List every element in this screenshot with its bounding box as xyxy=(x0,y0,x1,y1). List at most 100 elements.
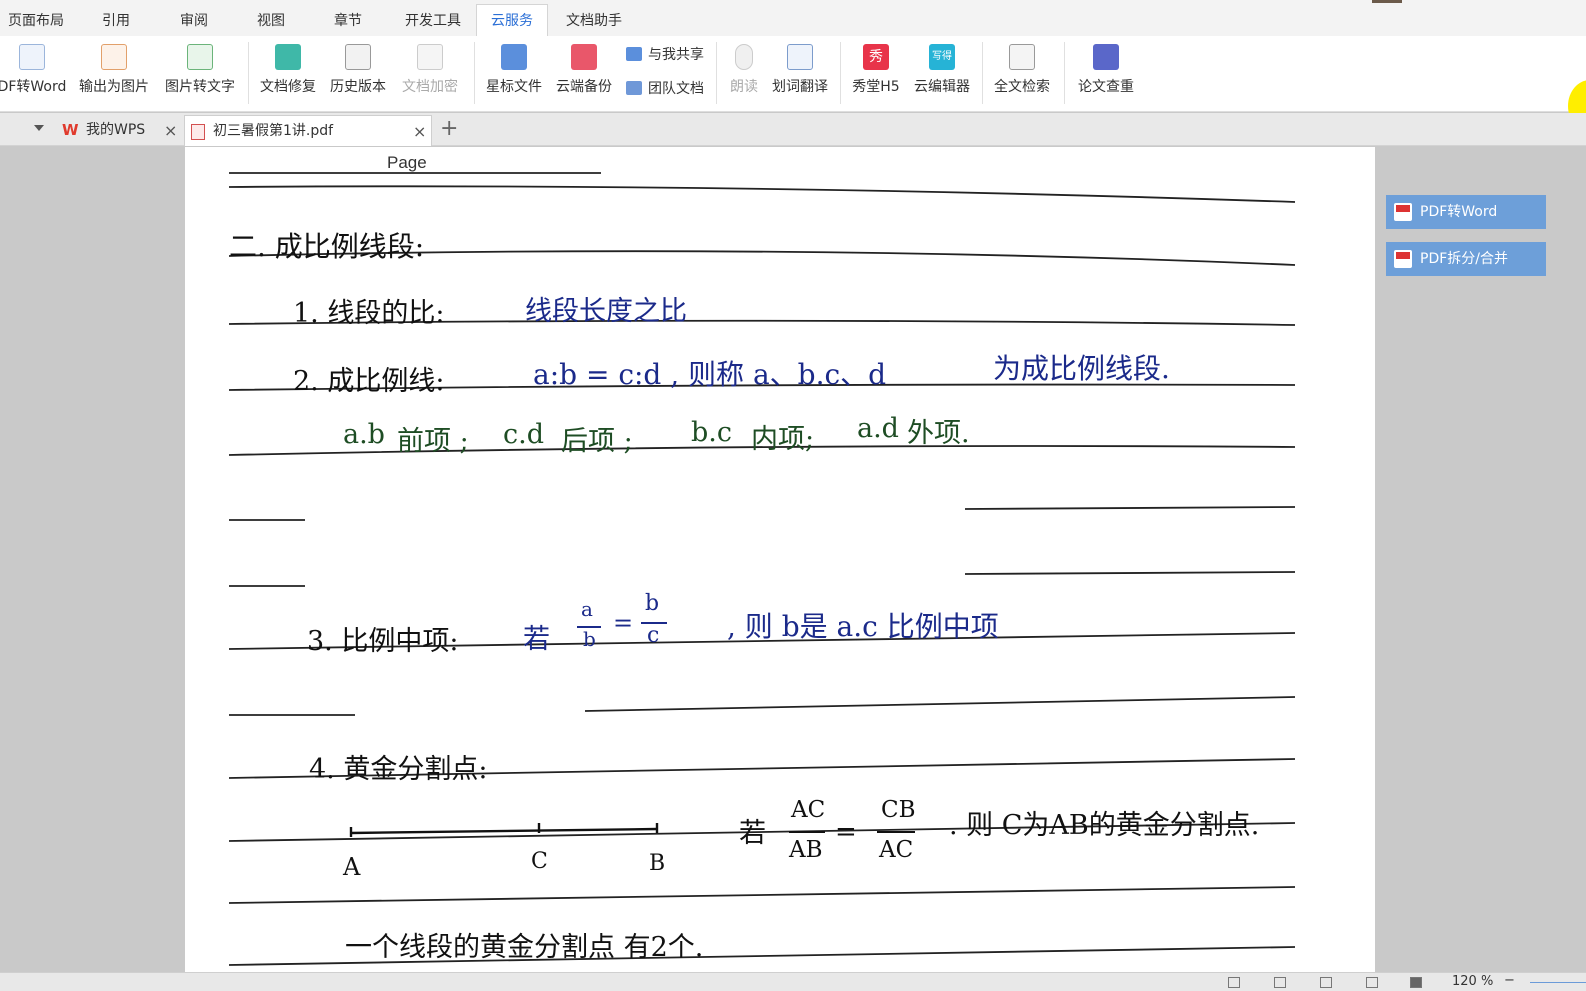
doc-encrypt-button[interactable]: 文档加密 xyxy=(398,40,462,106)
fraction-cb-num: CB xyxy=(881,797,916,823)
tab-document[interactable]: 初三暑假第1讲.pdf × xyxy=(184,115,432,146)
zoom-slider[interactable] xyxy=(1530,982,1586,983)
translate-button[interactable]: 划词翻译 xyxy=(768,40,832,106)
starred-files-button[interactable]: 星标文件 xyxy=(482,40,546,106)
translate-label: 划词翻译 xyxy=(772,79,828,95)
tab-my-wps-label: 我的WPS xyxy=(86,122,146,138)
tab-my-wps[interactable]: W 我的WPS × xyxy=(60,115,178,146)
team-docs-button[interactable]: 团队文档 xyxy=(626,78,704,100)
cloud-backup-icon xyxy=(571,44,597,70)
side-pdf-to-word-button[interactable]: PDF转Word xyxy=(1386,195,1546,229)
pdf-to-word-icon xyxy=(19,44,45,70)
menu-tab-dev-tools[interactable]: 开发工具 xyxy=(393,6,473,36)
menu-tab-section[interactable]: 章节 xyxy=(320,6,376,36)
wps-window: { "menu": { "tabs": ["页面布局", "引用", "审阅",… xyxy=(0,0,1586,991)
menu-tab-review[interactable]: 审阅 xyxy=(166,6,222,36)
point-b: B xyxy=(649,851,666,876)
item-1-text: 线段长度之比 xyxy=(525,296,687,327)
pdf-icon xyxy=(1394,203,1412,221)
ribbon-toolbar: DF转Word 输出为图片 图片转文字 文档修复 历史版本 文档加密 星标文件 … xyxy=(0,36,1586,132)
cloud-backup-label: 云端备份 xyxy=(556,79,612,95)
item-4-label: 4. 黄金分割点: xyxy=(309,754,488,785)
heading-proportional-segments: 二. 成比例线段: xyxy=(229,230,425,263)
paper-check-label: 论文查重 xyxy=(1078,79,1134,95)
fraction-b-den: b xyxy=(583,627,596,651)
menu-tab-cloud-service[interactable]: 云服务 xyxy=(476,4,548,36)
close-icon[interactable]: × xyxy=(164,115,177,146)
close-icon[interactable]: × xyxy=(413,116,426,147)
fraction-a: a xyxy=(581,597,593,621)
term-ab-desc: 前项 ; xyxy=(397,426,469,457)
zoom-out-button[interactable]: − xyxy=(1504,973,1515,988)
term-ad-desc: 外项. xyxy=(907,418,970,449)
read-aloud-button[interactable]: 朗读 xyxy=(722,40,766,106)
notebook-rules xyxy=(228,172,1296,966)
page-label: Page xyxy=(387,153,427,172)
side-pdf-split-merge-label: PDF拆分/合并 xyxy=(1420,251,1508,267)
translate-icon xyxy=(787,44,813,70)
side-pdf-split-merge-button[interactable]: PDF拆分/合并 xyxy=(1386,242,1546,276)
status-bar: 120 % − xyxy=(0,972,1586,991)
fulltext-search-label: 全文检索 xyxy=(994,79,1050,95)
shared-with-me-label: 与我共享 xyxy=(648,47,704,63)
image-to-text-button[interactable]: 图片转文字 xyxy=(160,40,240,106)
export-image-button[interactable]: 输出为图片 xyxy=(74,40,154,106)
golden-if: 若 xyxy=(739,818,766,849)
team-icon xyxy=(626,81,642,95)
item-2-text: a:b = c:d , 则称 a、b.c、d xyxy=(533,358,887,391)
document-tab-strip: W 我的WPS × 初三暑假第1讲.pdf × + xyxy=(0,113,1586,146)
single-page-icon[interactable] xyxy=(1274,977,1286,988)
avatar xyxy=(1372,0,1402,3)
menu-tab-references[interactable]: 引用 xyxy=(88,6,144,36)
menu-tab-doc-assistant[interactable]: 文档助手 xyxy=(554,6,634,36)
cloud-backup-button[interactable]: 云端备份 xyxy=(552,40,616,106)
fraction-b-num: b xyxy=(645,591,660,616)
golden-equals: = xyxy=(835,817,857,847)
ribbon-separator xyxy=(474,42,475,104)
paper-check-button[interactable]: 论文查重 xyxy=(1074,40,1138,106)
point-a: A xyxy=(343,853,361,881)
cloud-editor-button[interactable]: 写得 云编辑器 xyxy=(910,40,974,106)
view-mode-icon[interactable] xyxy=(1410,977,1422,988)
golden-count-note: 一个线段的黄金分割点 有2个. xyxy=(345,932,704,963)
double-page-icon[interactable] xyxy=(1366,977,1378,988)
term-cd-desc: 后项 ; xyxy=(561,426,633,457)
show-h5-label: 秀堂H5 xyxy=(852,79,900,95)
doc-encrypt-label: 文档加密 xyxy=(402,79,458,95)
new-tab-button[interactable]: + xyxy=(440,116,458,141)
chevron-down-icon[interactable] xyxy=(34,125,44,131)
pdf-file-icon xyxy=(191,124,205,140)
share-icon xyxy=(626,47,642,61)
history-label: 历史版本 xyxy=(330,79,386,95)
document-workspace: Page 二. 成比例线段: 1. 线段的比: 线段长度之比 2. 成比例线: … xyxy=(0,147,1586,972)
fulltext-search-button[interactable]: 全文检索 xyxy=(990,40,1054,106)
menu-tab-page-layout[interactable]: 页面布局 xyxy=(0,6,72,36)
history-version-button[interactable]: 历史版本 xyxy=(326,40,390,106)
continuous-page-icon[interactable] xyxy=(1320,977,1332,988)
fit-page-icon[interactable] xyxy=(1228,977,1240,988)
wps-logo-icon: W xyxy=(62,121,79,139)
term-ad: a.d xyxy=(857,413,899,444)
read-aloud-label: 朗读 xyxy=(730,79,758,95)
shared-with-me-button[interactable]: 与我共享 xyxy=(626,44,704,66)
term-bc: b.c xyxy=(691,417,732,448)
export-image-label: 输出为图片 xyxy=(79,79,149,95)
fraction-equals: = xyxy=(613,609,634,637)
fraction-c: c xyxy=(647,623,660,648)
item-3-text: , 则 b是 a.c 比例中项 xyxy=(727,610,999,643)
show-h5-button[interactable]: 秀 秀堂H5 xyxy=(846,40,906,106)
item-1-label: 1. 线段的比: xyxy=(293,298,445,329)
starred-label: 星标文件 xyxy=(486,79,542,95)
term-bc-desc: 内项; xyxy=(751,424,815,455)
zoom-level[interactable]: 120 % xyxy=(1452,974,1493,989)
doc-repair-button[interactable]: 文档修复 xyxy=(256,40,320,106)
document-search-icon xyxy=(1009,44,1035,70)
ribbon-separator xyxy=(982,42,983,104)
ribbon-separator xyxy=(1064,42,1065,104)
menu-tab-view[interactable]: 视图 xyxy=(243,6,299,36)
pdf-to-word-button[interactable]: DF转Word xyxy=(0,40,68,106)
image-to-text-label: 图片转文字 xyxy=(165,79,235,95)
lock-icon xyxy=(417,44,443,70)
paper-check-icon xyxy=(1093,44,1119,70)
history-icon xyxy=(345,44,371,70)
